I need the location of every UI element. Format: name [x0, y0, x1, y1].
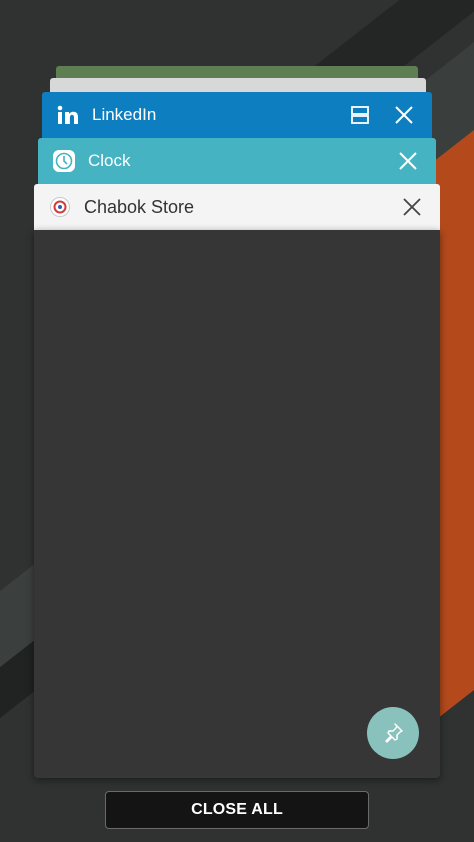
recent-card-linkedin[interactable]: LinkedIn	[42, 92, 432, 138]
chabok-store-icon	[48, 195, 72, 219]
recent-card-chabok-store[interactable]: Chabok Store	[34, 184, 440, 230]
close-icon	[403, 198, 421, 216]
card-title: Chabok Store	[84, 196, 195, 217]
close-card-button[interactable]	[390, 185, 434, 229]
close-card-button[interactable]	[382, 93, 426, 137]
clock-icon	[52, 149, 76, 173]
close-icon	[395, 106, 413, 124]
card-title: Clock	[88, 151, 131, 170]
recent-card-clock[interactable]: Clock	[38, 138, 436, 184]
close-icon	[399, 152, 417, 170]
split-screen-icon	[351, 106, 369, 124]
app-preview-chabok-store[interactable]	[34, 230, 440, 778]
pin-button[interactable]	[367, 707, 419, 759]
linkedin-icon	[56, 103, 80, 127]
close-all-button[interactable]: CLOSE ALL	[105, 791, 369, 829]
split-screen-button[interactable]	[338, 93, 382, 137]
close-card-button[interactable]	[386, 139, 430, 183]
pin-icon	[385, 723, 403, 743]
card-title: LinkedIn	[92, 105, 157, 124]
